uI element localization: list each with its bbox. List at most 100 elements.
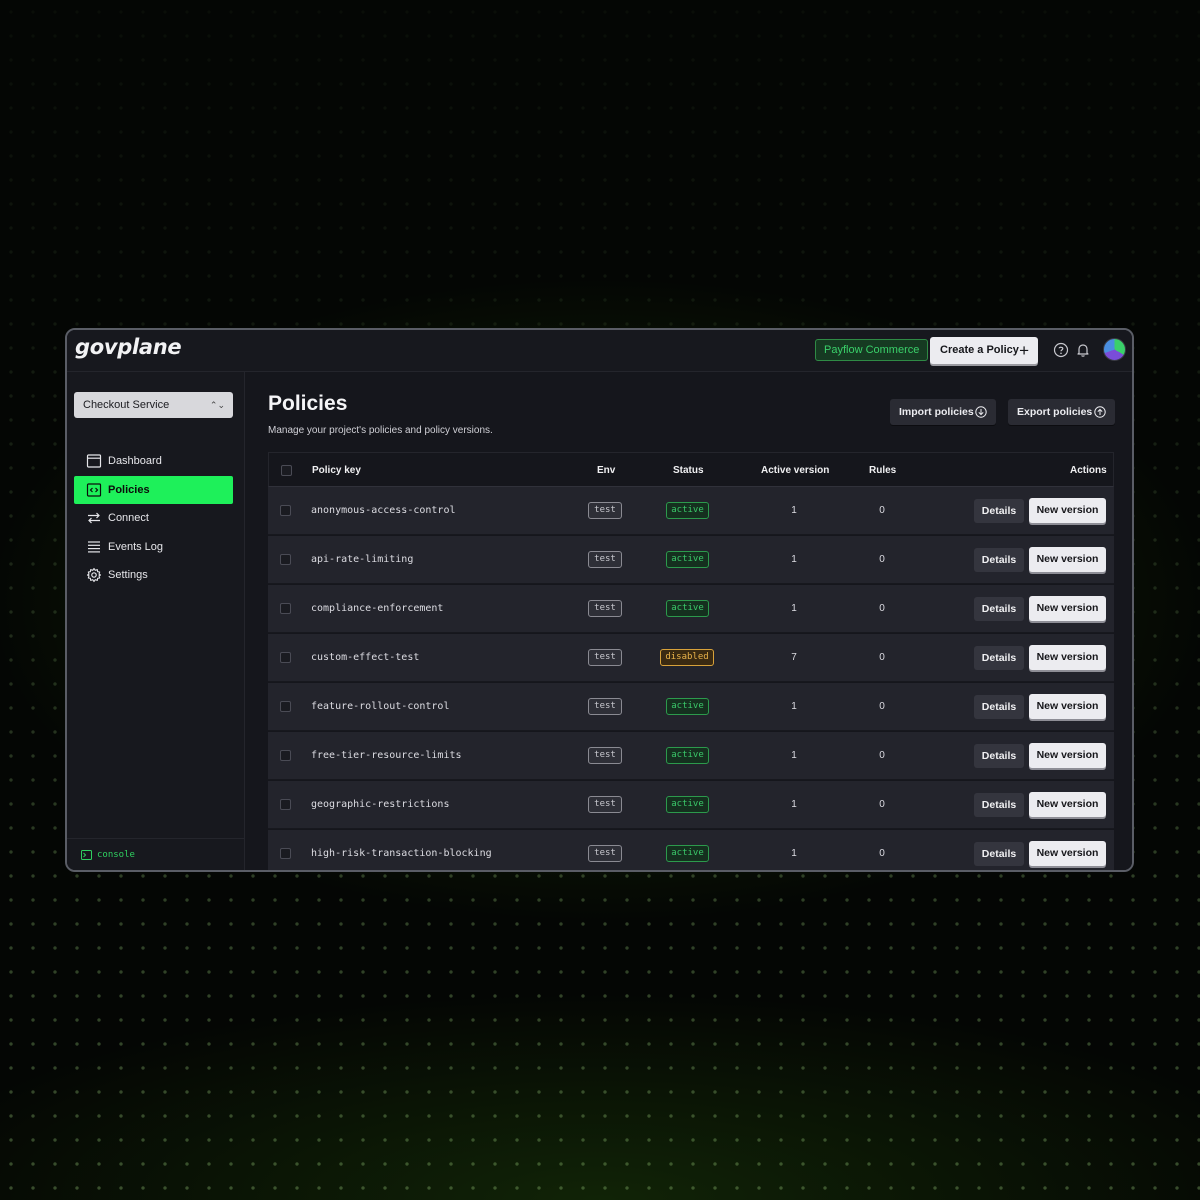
- column-status[interactable]: Status: [673, 465, 704, 476]
- table-row: custom-effect-test test disabled 7 0 Det…: [268, 634, 1114, 682]
- rules-count: 0: [879, 603, 885, 614]
- chevron-up-down-icon: ⌃⌄: [209, 400, 225, 410]
- policy-key[interactable]: compliance-enforcement: [311, 603, 443, 614]
- details-button[interactable]: Details: [974, 842, 1024, 866]
- column-rules[interactable]: Rules: [869, 465, 896, 476]
- rules-count: 0: [879, 799, 885, 810]
- rules-count: 0: [879, 652, 885, 663]
- new-version-button[interactable]: New version: [1029, 743, 1106, 768]
- arrow-up-circle-icon: [1094, 406, 1106, 418]
- sidebar-item-events-log[interactable]: Events Log: [74, 533, 233, 561]
- sidebar-item-label: Policies: [108, 484, 150, 496]
- details-button[interactable]: Details: [974, 646, 1024, 670]
- row-checkbox[interactable]: [280, 652, 291, 663]
- policy-key[interactable]: high-risk-transaction-blocking: [311, 848, 492, 859]
- active-version: 1: [791, 848, 797, 859]
- dashboard-window-icon: [86, 454, 102, 468]
- env-badge: test: [588, 698, 622, 715]
- console-link[interactable]: console: [81, 850, 135, 860]
- new-version-button[interactable]: New version: [1029, 498, 1106, 523]
- column-policy-key[interactable]: Policy key: [312, 465, 361, 476]
- details-button[interactable]: Details: [974, 597, 1024, 621]
- row-checkbox[interactable]: [280, 799, 291, 810]
- status-badge: disabled: [660, 649, 714, 666]
- project-select-value: Checkout Service: [83, 399, 170, 411]
- new-version-button[interactable]: New version: [1029, 694, 1106, 719]
- new-version-button[interactable]: New version: [1029, 547, 1106, 572]
- row-checkbox[interactable]: [280, 505, 291, 516]
- policy-key[interactable]: free-tier-resource-limits: [311, 750, 462, 761]
- active-version: 1: [791, 505, 797, 516]
- details-button[interactable]: Details: [974, 793, 1024, 817]
- import-policies-button[interactable]: Import policies: [890, 399, 996, 425]
- table-row: geographic-restrictions test active 1 0 …: [268, 781, 1114, 829]
- table-row: free-tier-resource-limits test active 1 …: [268, 732, 1114, 780]
- status-badge: active: [666, 600, 709, 617]
- main-content: Policies Manage your project's policies …: [245, 372, 1132, 870]
- column-env[interactable]: Env: [597, 465, 615, 476]
- new-version-button[interactable]: New version: [1029, 596, 1106, 621]
- new-version-button[interactable]: New version: [1029, 841, 1106, 866]
- sidebar-item-label: Events Log: [108, 541, 164, 553]
- row-checkbox[interactable]: [280, 554, 291, 565]
- active-version: 1: [791, 799, 797, 810]
- table-row: api-rate-limiting test active 1 0 Detail…: [268, 536, 1114, 584]
- policy-key[interactable]: feature-rollout-control: [311, 701, 449, 712]
- details-button[interactable]: Details: [974, 744, 1024, 768]
- env-badge: test: [588, 796, 622, 813]
- table-row: compliance-enforcement test active 1 0 D…: [268, 585, 1114, 633]
- rules-count: 0: [879, 848, 885, 859]
- status-badge: active: [666, 747, 709, 764]
- sidebar-item-policies[interactable]: Policies: [74, 476, 233, 504]
- sidebar-item-settings[interactable]: Settings: [74, 561, 233, 589]
- top-bar: govplane Payflow Commerce Create a Polic…: [67, 330, 1132, 372]
- avatar[interactable]: [1103, 338, 1126, 361]
- env-badge: test: [588, 845, 622, 862]
- env-badge: test: [588, 502, 622, 519]
- row-checkbox[interactable]: [280, 750, 291, 761]
- plus-icon: +: [1019, 341, 1029, 360]
- export-policies-button[interactable]: Export policies: [1008, 399, 1115, 425]
- sidebar: Checkout Service ⌃⌄ Dashboard Policies C…: [67, 372, 245, 870]
- create-policy-button[interactable]: Create a Policy +: [930, 337, 1038, 364]
- sidebar-item-label: Connect: [108, 512, 149, 524]
- help-circle-icon[interactable]: [1053, 342, 1069, 358]
- sidebar-item-connect[interactable]: Connect: [74, 504, 233, 532]
- sidebar-item-label: Settings: [108, 569, 148, 581]
- rules-count: 0: [879, 554, 885, 565]
- active-version: 1: [791, 701, 797, 712]
- console-link-label: console: [97, 850, 135, 860]
- organization-badge[interactable]: Payflow Commerce: [815, 339, 929, 361]
- env-badge: test: [588, 551, 622, 568]
- select-all-checkbox[interactable]: [281, 465, 292, 476]
- bell-icon[interactable]: [1075, 342, 1091, 358]
- status-badge: active: [666, 698, 709, 715]
- policy-key[interactable]: anonymous-access-control: [311, 505, 456, 516]
- details-button[interactable]: Details: [974, 499, 1024, 523]
- sidebar-item-dashboard[interactable]: Dashboard: [74, 447, 233, 475]
- status-badge: active: [666, 502, 709, 519]
- active-version: 1: [791, 554, 797, 565]
- project-select[interactable]: Checkout Service ⌃⌄: [74, 392, 233, 418]
- details-button[interactable]: Details: [974, 695, 1024, 719]
- arrow-down-circle-icon: [975, 406, 987, 418]
- gear-icon: [86, 567, 102, 583]
- row-checkbox[interactable]: [280, 848, 291, 859]
- table-row: feature-rollout-control test active 1 0 …: [268, 683, 1114, 731]
- policy-key[interactable]: api-rate-limiting: [311, 554, 413, 565]
- sidebar-item-label: Dashboard: [108, 455, 162, 467]
- table-row: anonymous-access-control test active 1 0…: [268, 487, 1114, 535]
- row-checkbox[interactable]: [280, 603, 291, 614]
- new-version-button[interactable]: New version: [1029, 792, 1106, 817]
- terminal-icon: [81, 850, 92, 860]
- column-active-version[interactable]: Active version: [761, 465, 829, 476]
- new-version-button[interactable]: New version: [1029, 645, 1106, 670]
- status-badge: active: [666, 551, 709, 568]
- arrows-exchange-icon: [88, 512, 100, 524]
- table-row: high-risk-transaction-blocking test acti…: [268, 830, 1114, 870]
- policy-key[interactable]: custom-effect-test: [311, 652, 419, 663]
- policy-key[interactable]: geographic-restrictions: [311, 799, 449, 810]
- create-policy-label: Create a Policy: [940, 344, 1019, 356]
- row-checkbox[interactable]: [280, 701, 291, 712]
- details-button[interactable]: Details: [974, 548, 1024, 572]
